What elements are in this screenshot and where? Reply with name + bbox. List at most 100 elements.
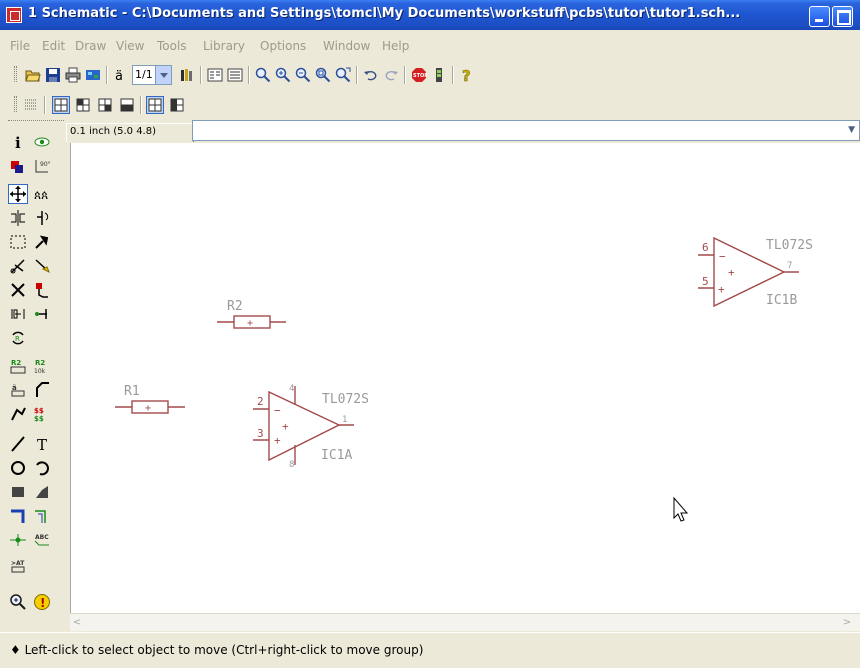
cut-icon[interactable] bbox=[8, 256, 28, 276]
view-4-icon[interactable] bbox=[118, 96, 136, 114]
view-5-icon[interactable] bbox=[146, 96, 164, 114]
menu-bar: File Edit Draw View Tools Library Option… bbox=[0, 34, 860, 56]
zoom-fit-icon[interactable] bbox=[314, 66, 332, 84]
eye-icon[interactable] bbox=[32, 132, 52, 152]
ic1a-plus: + bbox=[274, 434, 281, 447]
zoom-out-icon[interactable] bbox=[274, 66, 292, 84]
polygon-icon[interactable] bbox=[32, 482, 52, 502]
library-icon[interactable] bbox=[178, 66, 196, 84]
menu-help[interactable]: Help bbox=[382, 39, 409, 53]
maximize-button[interactable] bbox=[832, 6, 853, 27]
ic1a-pin-1: 1 bbox=[342, 415, 347, 425]
print-icon[interactable] bbox=[64, 66, 82, 84]
circle-icon[interactable] bbox=[8, 458, 28, 478]
line-icon[interactable] bbox=[8, 434, 28, 454]
menu-library[interactable]: Library bbox=[203, 39, 245, 53]
erc-icon[interactable]: ! bbox=[32, 592, 52, 612]
menu-tools[interactable]: Tools bbox=[157, 39, 187, 53]
menu-view[interactable]: View bbox=[116, 39, 144, 53]
value-icon[interactable]: R2 10k bbox=[32, 356, 52, 376]
rect-icon[interactable] bbox=[8, 482, 28, 502]
attribute-icon[interactable]: >AT bbox=[8, 556, 28, 576]
chevron-down-icon[interactable] bbox=[155, 66, 171, 84]
toolbar-grip[interactable] bbox=[14, 96, 17, 112]
netlist-icon[interactable] bbox=[84, 66, 102, 84]
open-icon[interactable] bbox=[24, 66, 42, 84]
menu-draw[interactable]: Draw bbox=[75, 39, 106, 53]
ic1b-pin-5: 5 bbox=[702, 275, 709, 288]
text-icon[interactable]: T bbox=[32, 434, 52, 454]
rotate-group-icon[interactable]: R bbox=[8, 328, 28, 348]
coords-icon[interactable]: 90° bbox=[32, 156, 52, 176]
delete-icon[interactable] bbox=[8, 280, 28, 300]
tool-palette: i 90° ጰጰ R R2 R2 10k ä $$ $$ T ABC >AT ! bbox=[0, 118, 70, 631]
junction-icon[interactable] bbox=[8, 530, 28, 550]
sheet-select[interactable]: 1/1 bbox=[132, 65, 172, 85]
menu-window[interactable]: Window bbox=[323, 39, 370, 53]
view-1-icon[interactable] bbox=[52, 96, 70, 114]
command-input[interactable]: ▼ bbox=[192, 120, 860, 141]
vertical-scrollbar[interactable] bbox=[850, 143, 860, 613]
move-icon[interactable] bbox=[8, 184, 28, 204]
zoom-in-icon[interactable] bbox=[254, 66, 272, 84]
scroll-right-icon[interactable]: > bbox=[840, 616, 854, 630]
view-2-icon[interactable] bbox=[74, 96, 92, 114]
rename-icon[interactable]: R2 bbox=[8, 356, 28, 376]
swap-icon[interactable] bbox=[32, 280, 52, 300]
tab-grid-size[interactable]: 0.1 inch (5.0 4.8) bbox=[66, 123, 194, 142]
zoom-area-icon[interactable] bbox=[294, 66, 312, 84]
arc-icon[interactable] bbox=[32, 458, 52, 478]
view-6-icon[interactable] bbox=[168, 96, 186, 114]
select-area-icon[interactable] bbox=[8, 232, 28, 252]
menu-options[interactable]: Options bbox=[260, 39, 306, 53]
attributes-icon[interactable]: $$ $$ bbox=[32, 404, 52, 424]
ratio-icon[interactable]: ä bbox=[112, 66, 130, 84]
align-icon[interactable] bbox=[8, 304, 28, 324]
redo-icon[interactable] bbox=[382, 66, 400, 84]
net-icon[interactable] bbox=[32, 506, 52, 526]
label-icon[interactable]: ABC bbox=[32, 530, 52, 550]
battery-icon[interactable] bbox=[430, 66, 448, 84]
color-icon[interactable] bbox=[8, 156, 28, 176]
sheet-value: 1/1 bbox=[135, 68, 153, 81]
schematic-drawing[interactable]: + + R2 R1 TL072S IC1A TL072S IC1B 2 3 1 … bbox=[71, 143, 851, 613]
smash-icon[interactable]: ä bbox=[8, 380, 28, 400]
menu-file[interactable]: File bbox=[10, 39, 30, 53]
repair-icon[interactable] bbox=[32, 232, 52, 252]
ic1a-center-plus: + bbox=[282, 420, 289, 433]
menu-edit[interactable]: Edit bbox=[42, 39, 65, 53]
miter-icon[interactable] bbox=[32, 380, 52, 400]
ic1a-pin-2: 2 bbox=[257, 395, 264, 408]
zoom-previous-icon[interactable] bbox=[334, 66, 352, 84]
minimize-button[interactable] bbox=[809, 6, 830, 27]
bom-icon[interactable] bbox=[226, 66, 244, 84]
help-icon[interactable]: ? bbox=[458, 66, 476, 84]
svg-text:>AT: >AT bbox=[11, 560, 25, 567]
info-icon[interactable]: i bbox=[8, 132, 28, 152]
toolbar-grip[interactable] bbox=[14, 66, 17, 82]
move-group-icon[interactable]: ጰጰ bbox=[32, 184, 52, 204]
layout-toolbar bbox=[0, 90, 860, 118]
title-bar[interactable]: 1 Schematic - C:\Documents and Settings\… bbox=[0, 0, 860, 30]
view-3-icon[interactable] bbox=[96, 96, 114, 114]
zoom-icon[interactable] bbox=[8, 592, 28, 612]
save-icon[interactable] bbox=[44, 66, 62, 84]
scroll-left-icon[interactable]: < bbox=[70, 616, 84, 630]
schematic-canvas[interactable]: + + R2 R1 TL072S IC1A TL072S IC1B 2 3 1 … bbox=[70, 143, 860, 613]
chevron-down-icon[interactable]: ▼ bbox=[848, 125, 855, 135]
highlight-icon[interactable] bbox=[32, 256, 52, 276]
stop-icon[interactable]: STOP bbox=[410, 66, 428, 84]
drc-icon[interactable] bbox=[206, 66, 224, 84]
svg-text:?: ? bbox=[462, 67, 471, 83]
undo-icon[interactable] bbox=[362, 66, 380, 84]
application-window: 1 Schematic - C:\Documents and Settings\… bbox=[0, 0, 860, 668]
bus-icon[interactable] bbox=[8, 506, 28, 526]
horizontal-scrollbar[interactable]: < > bbox=[70, 613, 860, 631]
svg-text:ABC: ABC bbox=[35, 534, 49, 541]
mirror-icon[interactable] bbox=[8, 208, 28, 228]
split-icon[interactable] bbox=[8, 404, 28, 424]
connect-icon[interactable] bbox=[32, 304, 52, 324]
rotate-icon[interactable] bbox=[32, 208, 52, 228]
grid-icon[interactable] bbox=[22, 96, 40, 114]
app-icon[interactable] bbox=[6, 7, 22, 23]
